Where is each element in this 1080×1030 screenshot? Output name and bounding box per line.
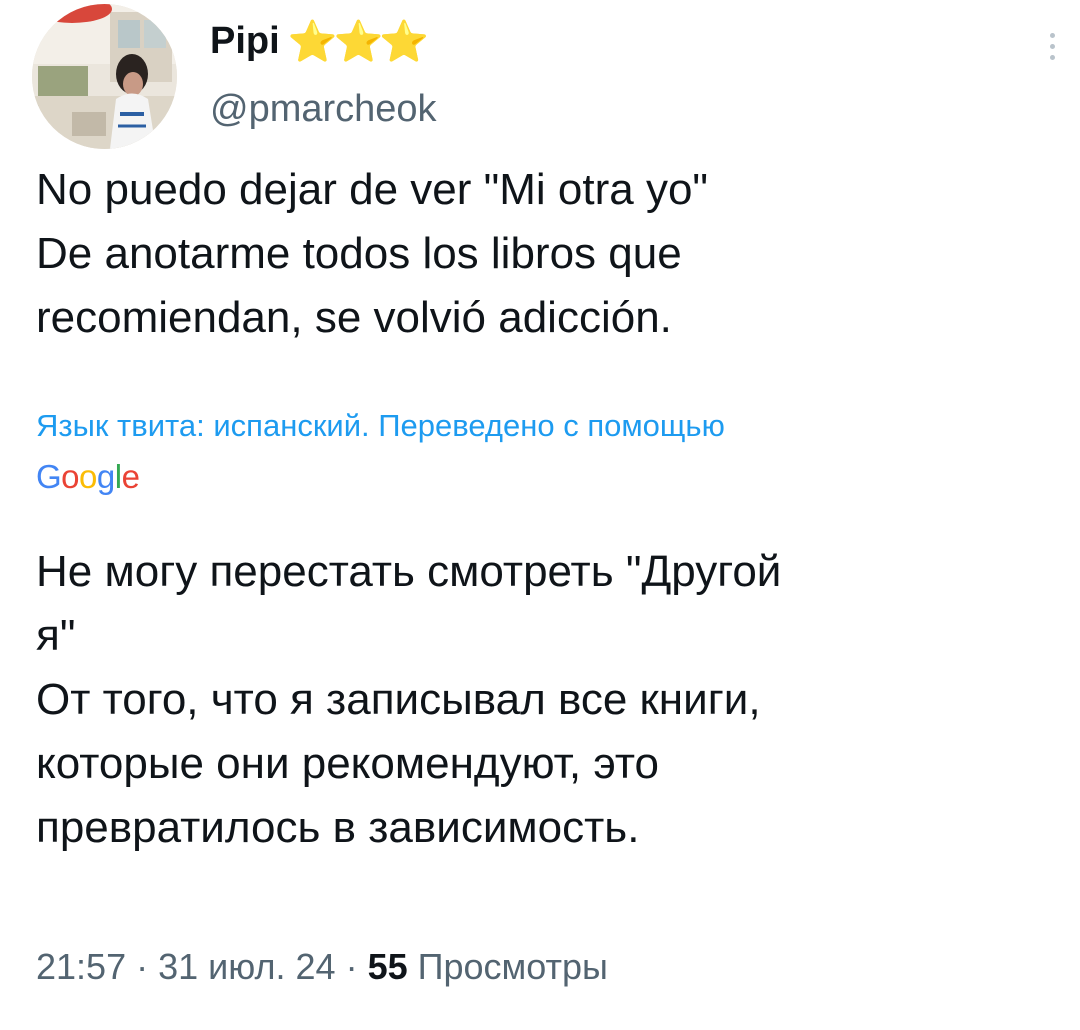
- more-dot: [1049, 54, 1055, 60]
- tweet-text-line: Не могу перестать смотреть "Другой: [36, 547, 782, 596]
- views-count[interactable]: 55: [368, 946, 408, 987]
- tweet-detail: Pipi ⭐⭐⭐ @pmarcheok No puedo dejar de ve…: [0, 0, 1080, 1030]
- tweet-text-line: От того, что я записывал все книги,: [36, 675, 761, 724]
- tweet-text-line: превратилось в зависимость.: [36, 803, 640, 852]
- more-dot: [1049, 43, 1055, 49]
- separator: ·: [345, 946, 358, 987]
- tweet-time[interactable]: 21:57: [36, 946, 126, 987]
- tweet-original-text: No puedo dejar de ver "Mi otra yo" De an…: [36, 158, 1046, 350]
- tweet-date[interactable]: 31 июл. 24: [158, 946, 335, 987]
- more-dot: [1049, 32, 1055, 38]
- tweet-text-line: я": [36, 611, 76, 660]
- tweet-text-line: которые они рекомендуют, это: [36, 739, 659, 788]
- more-vertical-icon[interactable]: [1040, 24, 1064, 68]
- views-label[interactable]: Просмотры: [418, 946, 608, 987]
- author-handle[interactable]: @pmarcheok: [210, 88, 437, 131]
- google-logo: Google: [36, 458, 140, 495]
- author-name-row: Pipi ⭐⭐⭐: [210, 16, 430, 66]
- tweet-translated-text: Не могу перестать смотреть "Другой я" От…: [36, 540, 1046, 860]
- translation-note-link[interactable]: Язык твита: испанский. Переведено с помо…: [36, 404, 725, 448]
- author-display-name[interactable]: Pipi: [210, 20, 280, 63]
- tweet-meta: 21:57 · 31 июл. 24 · 55 Просмотры: [36, 946, 608, 988]
- avatar[interactable]: [32, 4, 177, 149]
- tweet-text-line: recomiendan, se volvió adicción.: [36, 293, 672, 342]
- avatar-photo: [32, 4, 177, 149]
- tweet-text-line: No puedo dejar de ver "Mi otra yo": [36, 165, 709, 214]
- tweet-text-line: De anotarme todos los libros que: [36, 229, 682, 278]
- star-icon: ⭐⭐⭐: [287, 19, 429, 64]
- separator: ·: [136, 946, 149, 987]
